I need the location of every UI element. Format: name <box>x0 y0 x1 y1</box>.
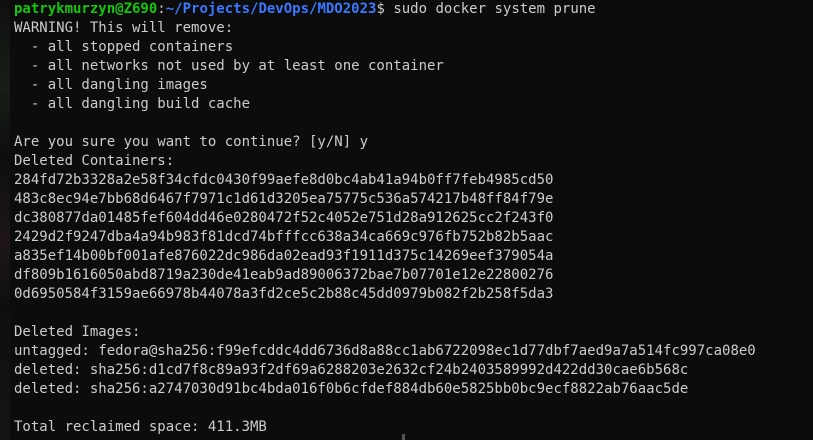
warning-item: - all stopped containers <box>14 39 234 55</box>
prompt-user-host: patrykmurzyn@Z690 <box>14 1 158 17</box>
terminal-window[interactable]: patrykmurzyn@Z690:~/Projects/DevOps/MDO2… <box>0 0 813 440</box>
image-entry: untagged: fedora@sha256:f99efcddc4dd6736… <box>14 343 756 359</box>
deleted-images-header: Deleted Images: <box>14 324 141 340</box>
prompt-dollar: $ <box>376 1 385 17</box>
image-entry: deleted: sha256:d1cd7f8c89a93f2df69a6288… <box>14 362 689 378</box>
warning-item: - all dangling images <box>14 77 208 93</box>
deleted-containers-header: Deleted Containers: <box>14 153 175 169</box>
container-id: 2429d2f9247dba4a94b983f81dcd74bfffcc638a… <box>14 229 554 245</box>
prompt-separator: : <box>157 1 166 17</box>
confirm-prompt: Are you sure you want to continue? [y/N]… <box>14 134 369 150</box>
container-id: dc380877da01485fef604dd46e0280472f52c405… <box>14 210 554 226</box>
container-id: a835ef14b00bf001afe876022dc986da02ead93f… <box>14 248 554 264</box>
container-id: df809b1616050abd8719a230de41eab9ad890063… <box>14 267 554 283</box>
total-reclaimed: Total reclaimed space: 411.3MB <box>14 419 267 435</box>
warning-header: WARNING! This will remove: <box>14 20 234 36</box>
desktop-wallpaper-edge <box>0 0 10 440</box>
container-id: 0d6950584f3159ae66978b44078a3fd2ce5c2b88… <box>14 286 554 302</box>
command-text: sudo docker system prune <box>384 1 596 17</box>
warning-item: - all dangling build cache <box>14 96 251 112</box>
image-entry: deleted: sha256:a2747030d91bc4bda016f0b6… <box>14 381 689 397</box>
warning-item: - all networks not used by at least one … <box>14 58 444 74</box>
prompt-path: ~/Projects/DevOps/MDO2023 <box>165 1 377 17</box>
prompt-line: patrykmurzyn@Z690:~/Projects/DevOps/MDO2… <box>14 0 813 19</box>
text-cursor <box>402 434 405 440</box>
container-id: 284fd72b3328a2e58f34cfdc0430f99aefe8d0bc… <box>14 172 554 188</box>
container-id: 483c8ec94e7bb68d6467f7971c1d61d3205ea757… <box>14 191 554 207</box>
